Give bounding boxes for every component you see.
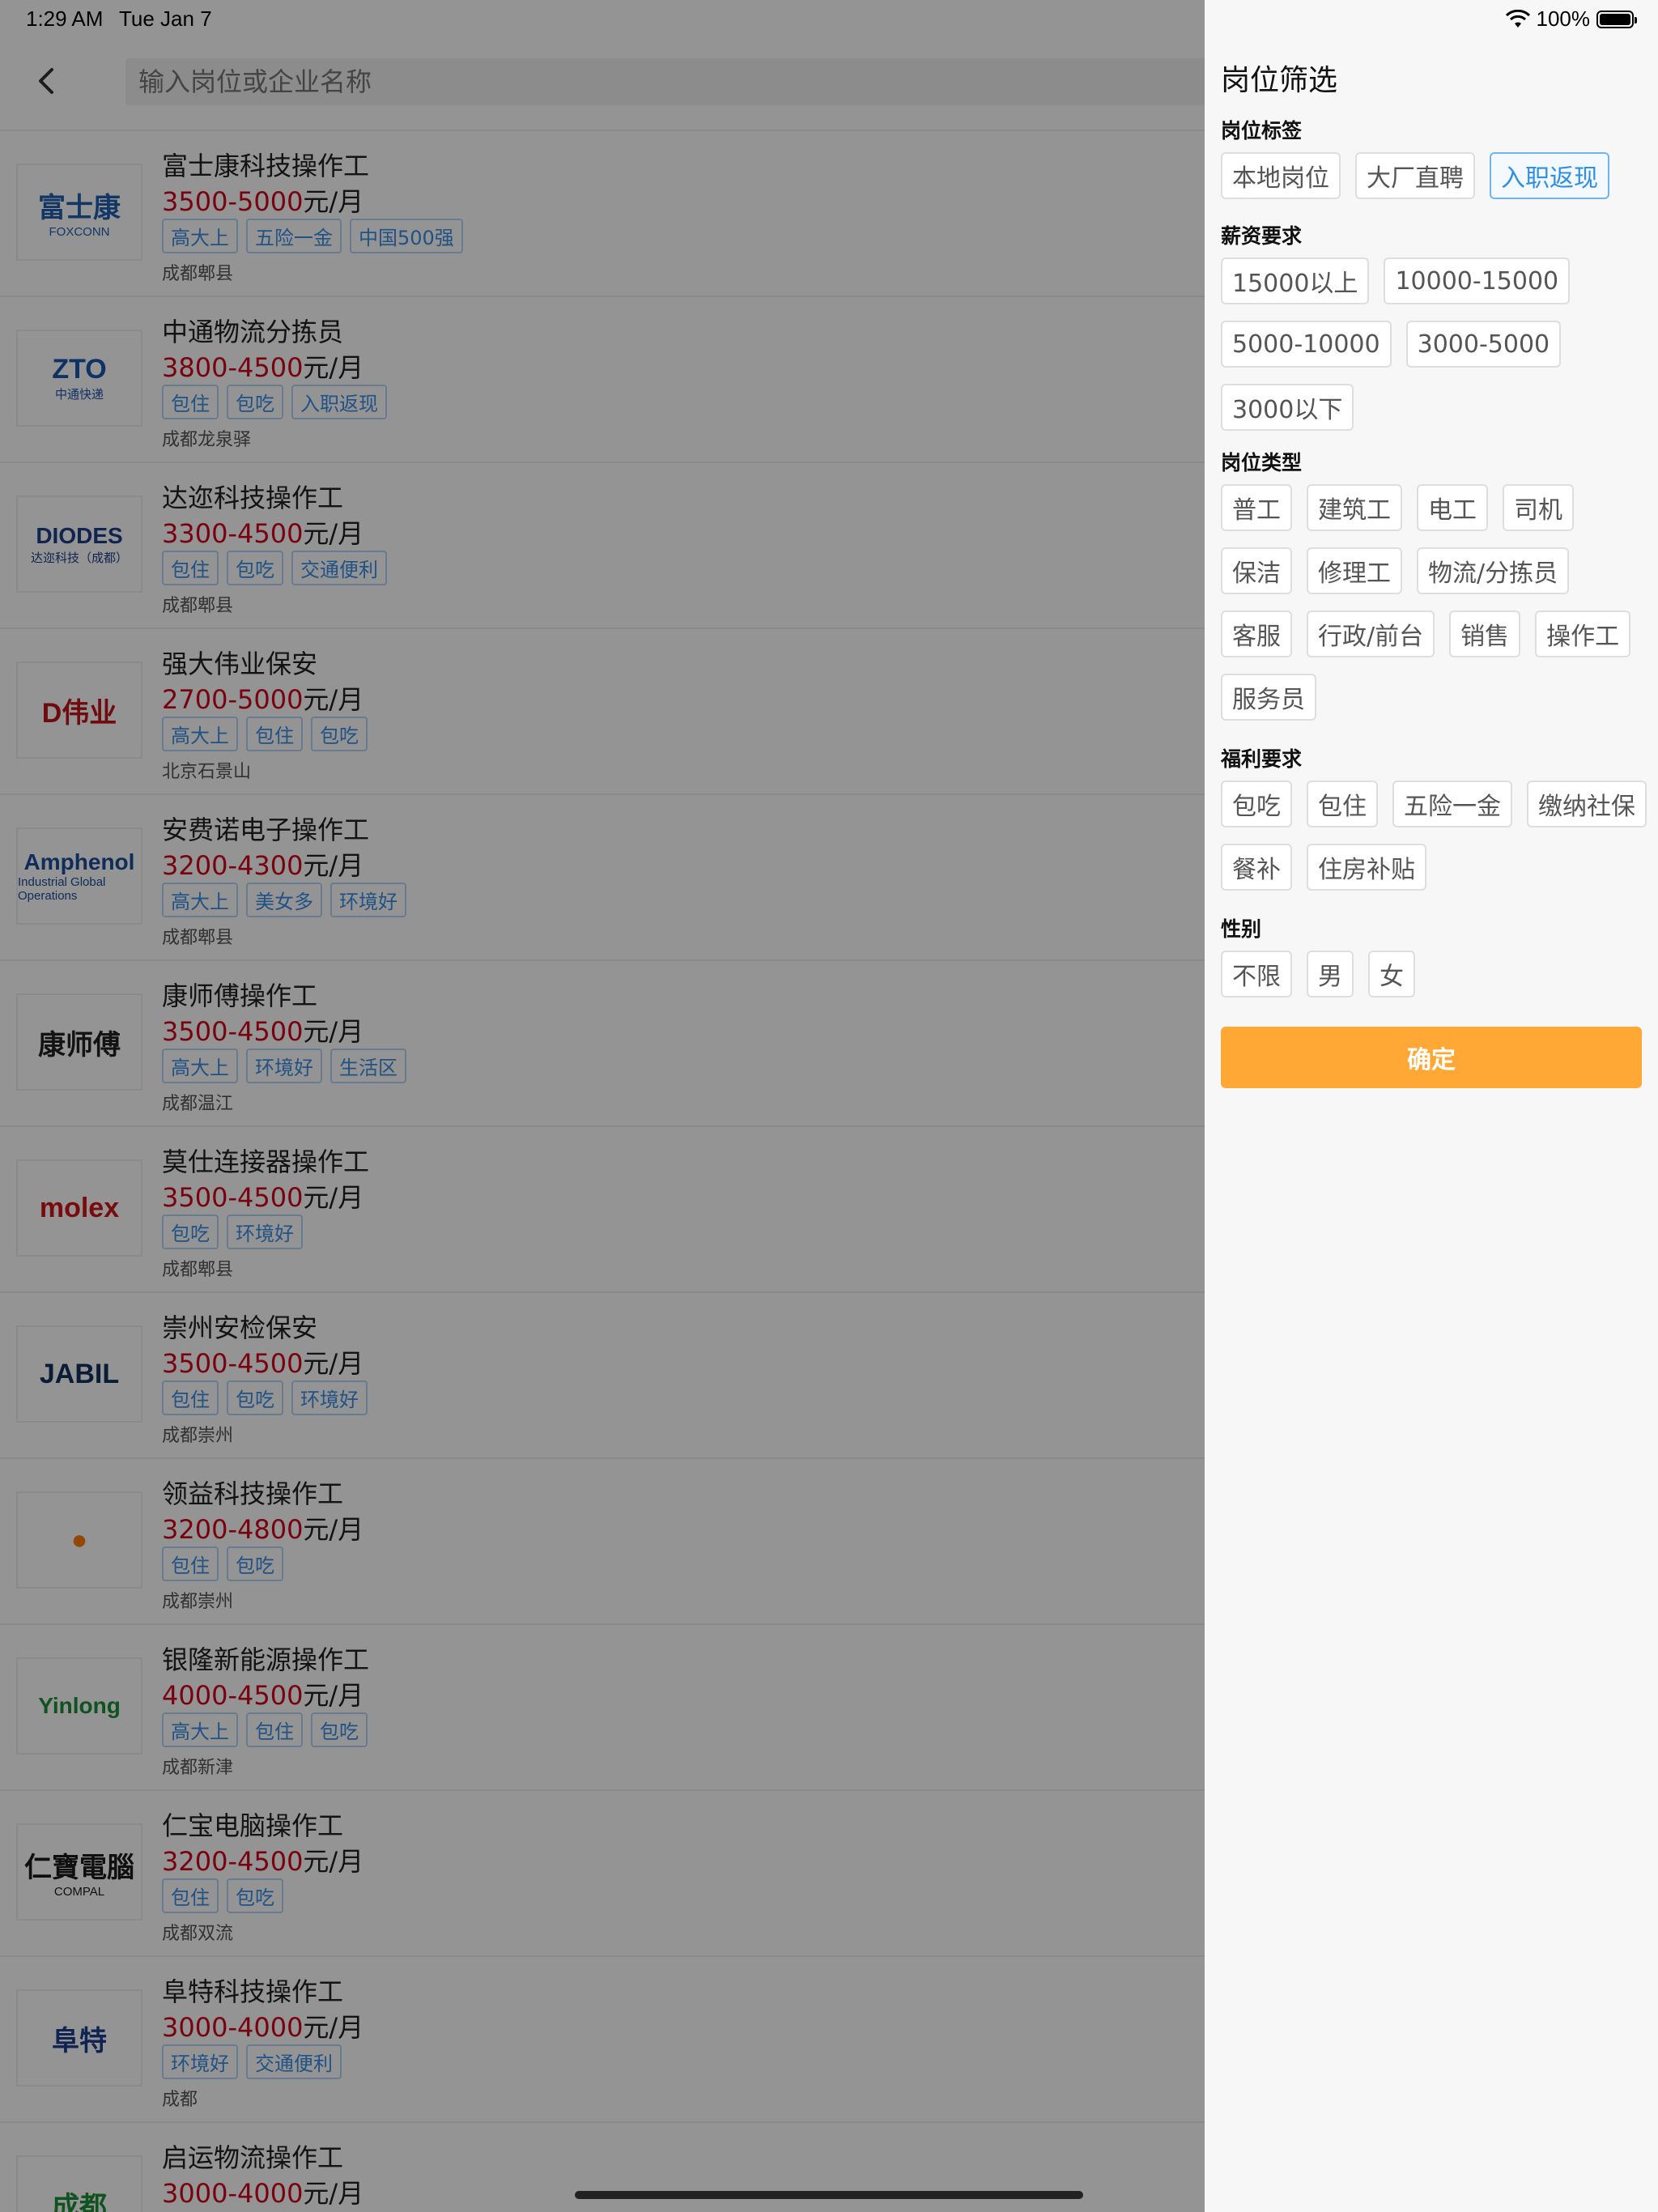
filter-section-label: 性别 xyxy=(1221,917,1262,941)
filter-chip[interactable]: 操作工 xyxy=(1535,610,1631,657)
filter-chip[interactable]: 服务员 xyxy=(1221,674,1316,721)
home-indicator xyxy=(575,2191,1083,2199)
filter-chip[interactable]: 大厂直聘 xyxy=(1355,152,1475,199)
filter-chip[interactable]: 缴纳社保 xyxy=(1527,781,1647,827)
filter-chip[interactable]: 行政/前台 xyxy=(1307,610,1435,657)
filter-chip[interactable]: 男 xyxy=(1307,951,1354,998)
filter-options: 15000以上 10000-15000 5000-10000 3000-5000 300… xyxy=(1221,257,1650,431)
filter-section: 薪资要求 15000以上 10000-15000 5000-10000 3000-500… xyxy=(1221,220,1650,431)
filter-title: 岗位筛选 xyxy=(1221,64,1338,97)
battery-percent: 100% xyxy=(1536,6,1591,31)
status-right: 100% xyxy=(1505,6,1637,32)
filter-section-label: 薪资要求 xyxy=(1221,224,1303,248)
filter-chip[interactable]: 包吃 xyxy=(1221,781,1292,827)
filter-chip[interactable]: 不限 xyxy=(1221,951,1292,998)
filter-section-label: 福利要求 xyxy=(1221,747,1303,771)
filter-chip[interactable]: 建筑工 xyxy=(1307,484,1402,531)
filter-section: 福利要求包吃 包住 五险一金 缴纳社保餐补 住房补贴 xyxy=(1221,743,1650,891)
status-time: 1:29 AM xyxy=(26,6,104,31)
confirm-button[interactable]: 确定 xyxy=(1221,1027,1642,1088)
filter-section: 性别不限男女 xyxy=(1221,913,1650,998)
wifi-icon xyxy=(1505,9,1530,28)
filter-options: 包吃 包住 五险一金 缴纳社保餐补 住房补贴 xyxy=(1221,781,1650,891)
filter-chip[interactable]: 女 xyxy=(1368,951,1415,998)
filter-chip[interactable]: 10000-15000 xyxy=(1384,257,1571,304)
filter-chip[interactable]: 15000以上 xyxy=(1221,257,1370,304)
filter-section: 岗位类型普工 建筑工 电工 司机保洁 修理工 物流/分拣员客服 行政/前台 销售 操作工服务员 xyxy=(1221,447,1650,721)
battery-icon xyxy=(1596,10,1637,28)
filter-chip[interactable]: 餐补 xyxy=(1221,844,1292,891)
filter-chip[interactable]: 5000-10000 xyxy=(1221,321,1392,368)
filter-chip[interactable]: 司机 xyxy=(1503,484,1574,531)
filter-section-label: 岗位类型 xyxy=(1221,451,1303,474)
status-bar: 1:29 AM Tue Jan 7 100% xyxy=(0,0,1658,37)
filter-chip[interactable]: 住房补贴 xyxy=(1307,844,1426,891)
dim-overlay[interactable] xyxy=(0,0,1205,2212)
filter-chip[interactable]: 客服 xyxy=(1221,610,1292,657)
filter-chip[interactable]: 电工 xyxy=(1417,484,1488,531)
filter-options: 本地岗位 大厂直聘 入职返现 xyxy=(1221,152,1650,199)
filter-section: 岗位标签本地岗位 大厂直聘 入职返现 xyxy=(1221,115,1650,199)
filter-chip[interactable]: 物流/分拣员 xyxy=(1417,547,1570,594)
filter-chip[interactable]: 包住 xyxy=(1307,781,1378,827)
filter-chip[interactable]: 修理工 xyxy=(1307,547,1402,594)
filter-chip[interactable]: 普工 xyxy=(1221,484,1292,531)
filter-chip[interactable]: 销售 xyxy=(1449,610,1521,657)
filter-chip[interactable]: 本地岗位 xyxy=(1221,152,1341,199)
status-date: Tue Jan 7 xyxy=(119,6,212,31)
filter-chip[interactable]: 五险一金 xyxy=(1392,781,1512,827)
filter-chip[interactable]: 入职返现 xyxy=(1490,152,1609,199)
filter-options: 普工 建筑工 电工 司机保洁 修理工 物流/分拣员客服 行政/前台 销售 操作工服务员 xyxy=(1221,484,1650,721)
filter-drawer: 岗位筛选 岗位标签本地岗位 大厂直聘 入职返现薪资要求 15000以上 10000-15… xyxy=(1205,0,1658,2212)
filter-chip[interactable]: 保洁 xyxy=(1221,547,1292,594)
filter-chip[interactable]: 3000以下 xyxy=(1221,384,1354,431)
filter-section-label: 岗位标签 xyxy=(1221,119,1303,143)
filter-options: 不限男女 xyxy=(1221,951,1650,998)
filter-chip[interactable]: 3000-5000 xyxy=(1405,321,1562,368)
